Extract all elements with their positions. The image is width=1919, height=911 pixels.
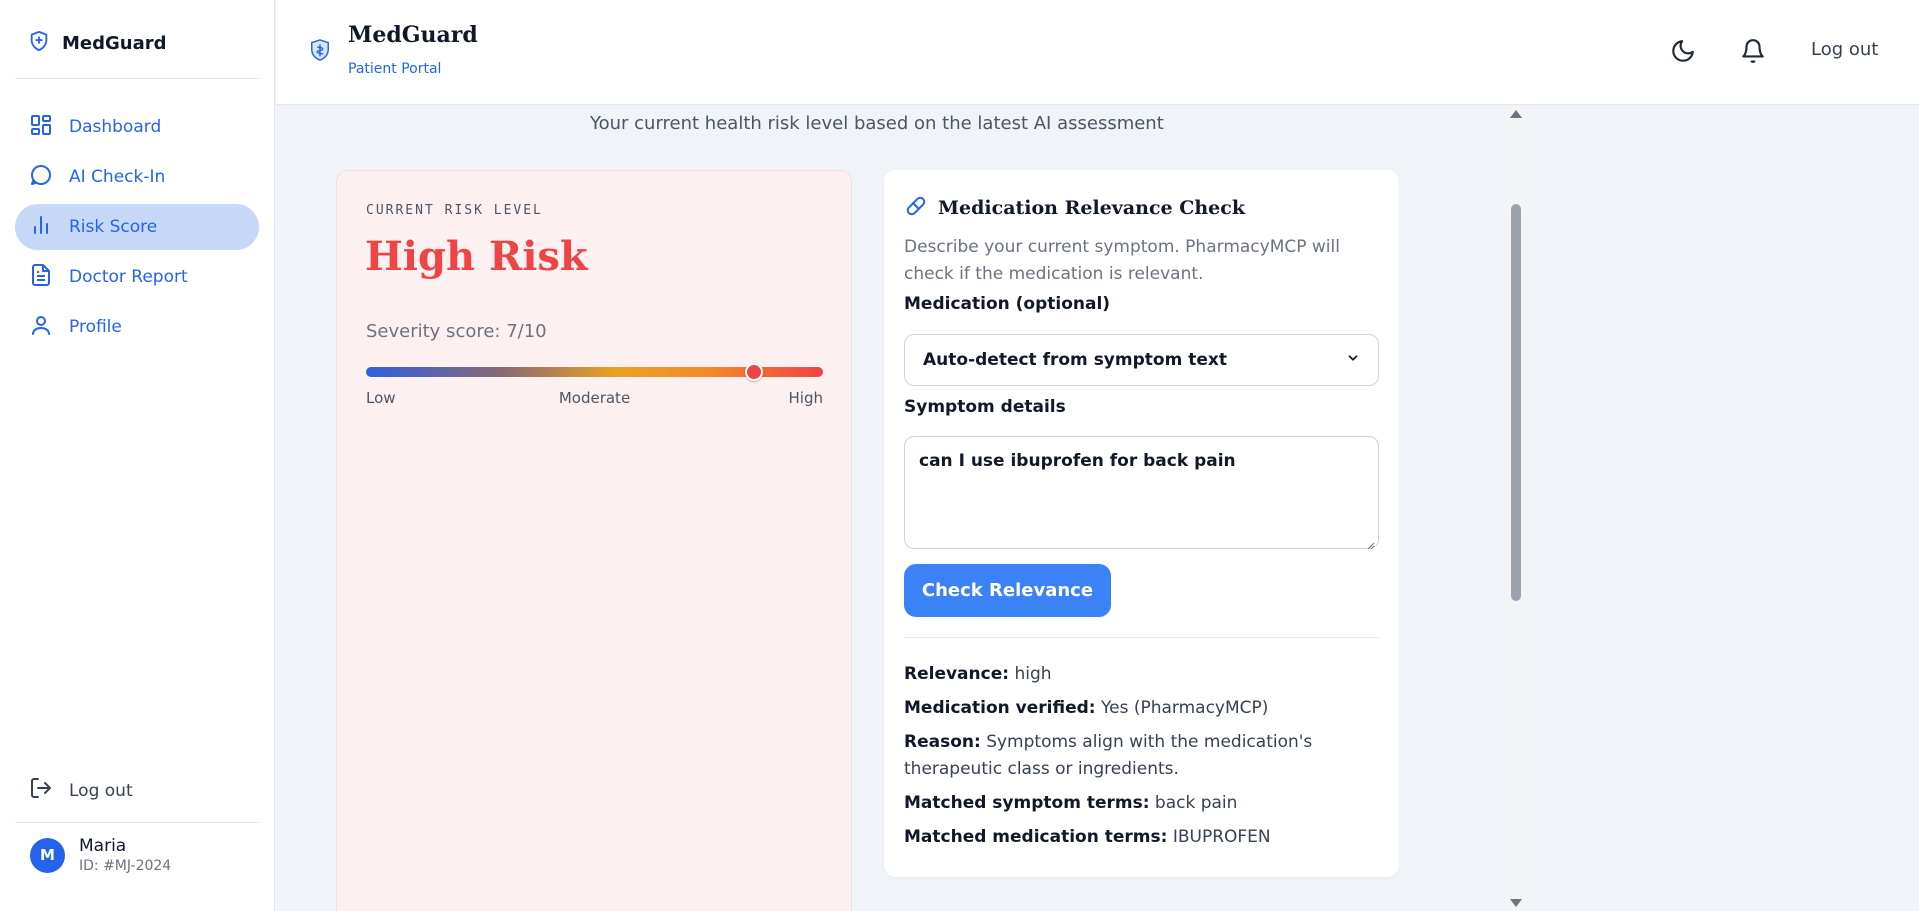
user-profile[interactable]: M Maria ID: #MJ-2024 — [30, 836, 171, 874]
severity-score: Severity score: 7/10 — [366, 321, 547, 342]
result-relevance: Relevance: high — [904, 664, 1052, 684]
header-logout-button[interactable]: Log out — [1811, 39, 1878, 60]
document-icon — [29, 263, 53, 292]
bar-chart-icon — [29, 213, 53, 242]
sidebar-logout-label: Log out — [69, 780, 133, 801]
shield-plus-icon — [28, 30, 50, 56]
severity-bar — [366, 363, 823, 381]
medication-select-value: Auto-detect from symptom text — [923, 350, 1227, 370]
result-verified: Medication verified: Yes (PharmacyMCP) — [904, 698, 1269, 718]
symptom-textarea[interactable]: can I use ibuprofen for back pain — [904, 436, 1379, 550]
avatar: M — [30, 837, 65, 873]
logout-icon — [29, 776, 53, 805]
scroll-down-icon[interactable] — [1510, 899, 1522, 907]
pill-icon — [904, 194, 928, 222]
risk-level-card: CURRENT RISK LEVEL High Risk Severity sc… — [336, 170, 852, 911]
sidebar-item-label: Dashboard — [69, 117, 162, 137]
sidebar-nav: Dashboard AI Check-In Risk Score Doctor … — [15, 104, 259, 354]
result-symptom-terms: Matched symptom terms: back pain — [904, 793, 1238, 813]
user-name: Maria — [79, 836, 127, 856]
chevron-down-icon — [1346, 350, 1360, 370]
sidebar-item-label: Profile — [69, 317, 122, 337]
resize-handle-icon[interactable] — [1365, 535, 1375, 550]
card-title: Medication Relevance Check — [938, 197, 1245, 219]
sidebar-item-profile[interactable]: Profile — [15, 304, 259, 350]
result-reason: Reason: Symptoms align with the medicati… — [904, 732, 1313, 779]
page-title: MedGuard — [348, 22, 478, 48]
page-subtitle: Patient Portal — [348, 61, 442, 77]
medication-label: Medication (optional) — [904, 294, 1111, 314]
scale-moderate-label: Moderate — [558, 389, 631, 407]
sidebar-item-dashboard[interactable]: Dashboard — [15, 104, 259, 150]
risk-level-label: CURRENT RISK LEVEL — [366, 203, 543, 218]
user-icon — [29, 313, 53, 342]
moon-icon[interactable] — [1670, 38, 1698, 66]
divider — [15, 78, 259, 79]
divider — [15, 822, 259, 823]
sidebar-item-label: Doctor Report — [69, 267, 188, 287]
top-header: MedGuard Patient Portal Log out — [276, 0, 1919, 105]
medication-select[interactable]: Auto-detect from symptom text — [904, 334, 1379, 386]
sidebar-item-doctor-report[interactable]: Doctor Report — [15, 254, 259, 300]
brand-name: MedGuard — [62, 32, 167, 54]
relevance-results: Relevance: high Medication verified: Yes… — [904, 661, 1379, 858]
symptom-label: Symptom details — [904, 397, 1066, 417]
risk-level-value: High Risk — [365, 233, 588, 280]
risk-subtitle: Your current health risk level based on … — [590, 113, 1164, 134]
medication-relevance-card: Medication Relevance Check Describe your… — [884, 170, 1399, 877]
sidebar-logout-button[interactable]: Log out — [29, 776, 133, 805]
user-id: ID: #MJ-2024 — [79, 858, 172, 874]
bell-icon[interactable] — [1740, 38, 1768, 66]
sidebar: MedGuard Dashboard AI Check-In Risk Scor… — [0, 0, 275, 911]
vertical-scrollbar[interactable] — [1505, 106, 1527, 911]
dashboard-icon — [29, 113, 53, 142]
card-description: Describe your current symptom. PharmacyM… — [904, 237, 1340, 284]
check-relevance-button[interactable]: Check Relevance — [904, 564, 1111, 617]
result-medication-terms: Matched medication terms: IBUPROFEN — [904, 827, 1271, 847]
caduceus-shield-icon — [309, 38, 331, 66]
sidebar-item-risk-score[interactable]: Risk Score — [15, 204, 259, 250]
sidebar-item-label: Risk Score — [69, 217, 158, 237]
sidebar-item-ai-check-in[interactable]: AI Check-In — [15, 154, 259, 200]
severity-marker — [745, 363, 764, 381]
divider — [904, 637, 1379, 638]
brand[interactable]: MedGuard — [28, 30, 167, 56]
chat-bubble-icon — [29, 163, 53, 192]
scrollbar-thumb[interactable] — [1511, 204, 1521, 601]
scale-low-label: Low — [366, 389, 396, 407]
scroll-up-icon[interactable] — [1510, 110, 1522, 118]
sidebar-item-label: AI Check-In — [69, 167, 166, 187]
symptom-text: can I use ibuprofen for back pain — [919, 451, 1236, 471]
scale-high-label: High — [788, 389, 823, 407]
